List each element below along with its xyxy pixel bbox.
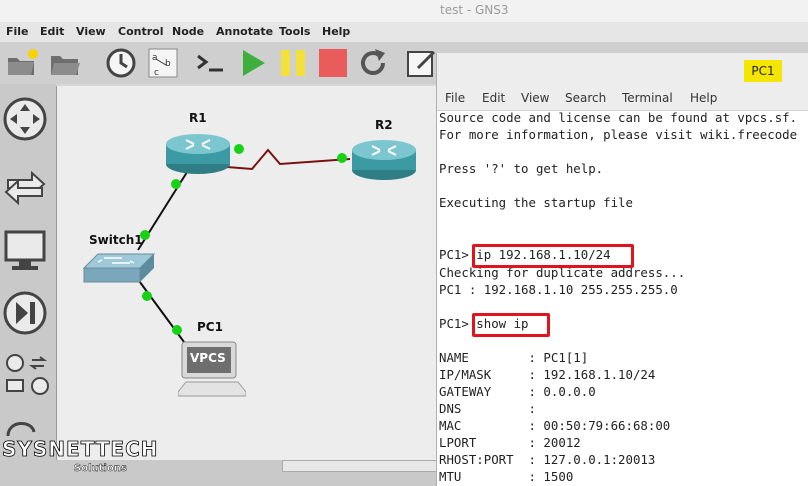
highlight-show-ip-command <box>472 313 550 337</box>
menu-node[interactable]: Node <box>172 25 204 38</box>
menu-view[interactable]: View <box>76 25 106 38</box>
routers-category-icon[interactable] <box>2 96 48 142</box>
router-r1-label: R1 <box>189 111 207 125</box>
abc-annotation-icon[interactable]: a b c <box>146 46 180 80</box>
terminal-line: PC1 : 192.168.1.10 255.255.255.0 <box>439 282 678 297</box>
terminal-menubar: File Edit View Search Terminal Help <box>437 86 808 111</box>
terminal-line: RHOST:PORT : 127.0.0.1:20013 <box>439 452 656 467</box>
menu-annotate[interactable]: Annotate <box>216 25 273 38</box>
reload-icon[interactable] <box>356 46 390 80</box>
router-r2[interactable] <box>350 136 418 182</box>
terminal-line: DNS : <box>439 401 536 416</box>
pause-icon[interactable] <box>276 46 310 80</box>
window-title: test - GNS3 <box>440 3 509 17</box>
all-devices-category-icon[interactable] <box>4 352 52 400</box>
menu-tools[interactable]: Tools <box>279 25 310 38</box>
terminal-menu-search[interactable]: Search <box>565 91 606 105</box>
terminal-line: GATEWAY : 0.0.0.0 <box>439 384 596 399</box>
stop-icon[interactable] <box>316 46 350 80</box>
terminal-menu-help[interactable]: Help <box>690 91 717 105</box>
vpcs-pc1-label: PC1 <box>197 320 223 334</box>
terminal-line: Executing the startup file <box>439 195 633 210</box>
clock-icon[interactable] <box>104 46 138 80</box>
terminal-line: NAME : PC1[1] <box>439 350 589 365</box>
svg-text:SYSNETTECH: SYSNETTECH <box>2 437 159 461</box>
new-project-icon[interactable] <box>4 46 38 80</box>
terminal-output[interactable]: Source code and license can be found at … <box>437 110 808 486</box>
highlight-ip-command <box>472 244 634 268</box>
terminal-line: MTU : 1500 <box>439 469 574 484</box>
menu-file[interactable]: File <box>6 25 29 38</box>
terminal-line: Source code and license can be found at … <box>439 110 798 125</box>
menu-control[interactable]: Control <box>118 25 163 38</box>
svg-text:a: a <box>152 53 158 63</box>
terminal-line: LPORT : 20012 <box>439 435 581 450</box>
menu-edit[interactable]: Edit <box>40 25 64 38</box>
router-r2-label: R2 <box>375 118 393 132</box>
terminal-title-badge: PC1 <box>744 60 782 82</box>
svg-text:b: b <box>165 59 171 69</box>
main-menubar: File Edit View Control Node Annotate Too… <box>0 22 808 42</box>
svg-text:c: c <box>154 68 159 78</box>
menu-help[interactable]: Help <box>322 25 350 38</box>
switches-category-icon[interactable] <box>2 164 48 210</box>
open-project-icon[interactable] <box>48 46 82 80</box>
terminal-menu-terminal[interactable]: Terminal <box>622 91 673 105</box>
terminal-titlebar: PC1 <box>437 53 808 86</box>
start-icon[interactable] <box>236 46 270 80</box>
vpcs-device-text: VPCS <box>190 351 226 365</box>
end-devices-category-icon[interactable] <box>2 228 48 274</box>
console-icon[interactable] <box>194 46 228 80</box>
terminal-menu-edit[interactable]: Edit <box>482 91 505 105</box>
terminal-line: IP/MASK : 192.168.1.10/24 <box>439 367 656 382</box>
window-titlebar: test - GNS3 <box>0 0 808 23</box>
terminal-line: Press '?' to get help. <box>439 161 604 176</box>
edit-note-icon[interactable] <box>404 46 438 80</box>
terminal-line: MAC : 00:50:79:66:68:00 <box>439 418 671 433</box>
watermark-logo: SYSNETTECH Solutions <box>2 437 159 475</box>
router-r1[interactable] <box>164 130 232 176</box>
svg-text:Solutions: Solutions <box>74 463 127 474</box>
terminal-line: For more information, please visit wiki.… <box>439 127 798 142</box>
security-devices-category-icon[interactable] <box>2 290 48 336</box>
switch-switch1-label: Switch1 <box>89 233 143 247</box>
terminal-window[interactable]: PC1 File Edit View Search Terminal Help … <box>436 53 808 486</box>
vpcs-pc1[interactable] <box>178 340 246 400</box>
terminal-menu-file[interactable]: File <box>445 91 465 105</box>
switch-switch1[interactable] <box>82 248 156 286</box>
horizontal-scrollbar[interactable] <box>282 460 444 472</box>
terminal-menu-view[interactable]: View <box>521 91 549 105</box>
